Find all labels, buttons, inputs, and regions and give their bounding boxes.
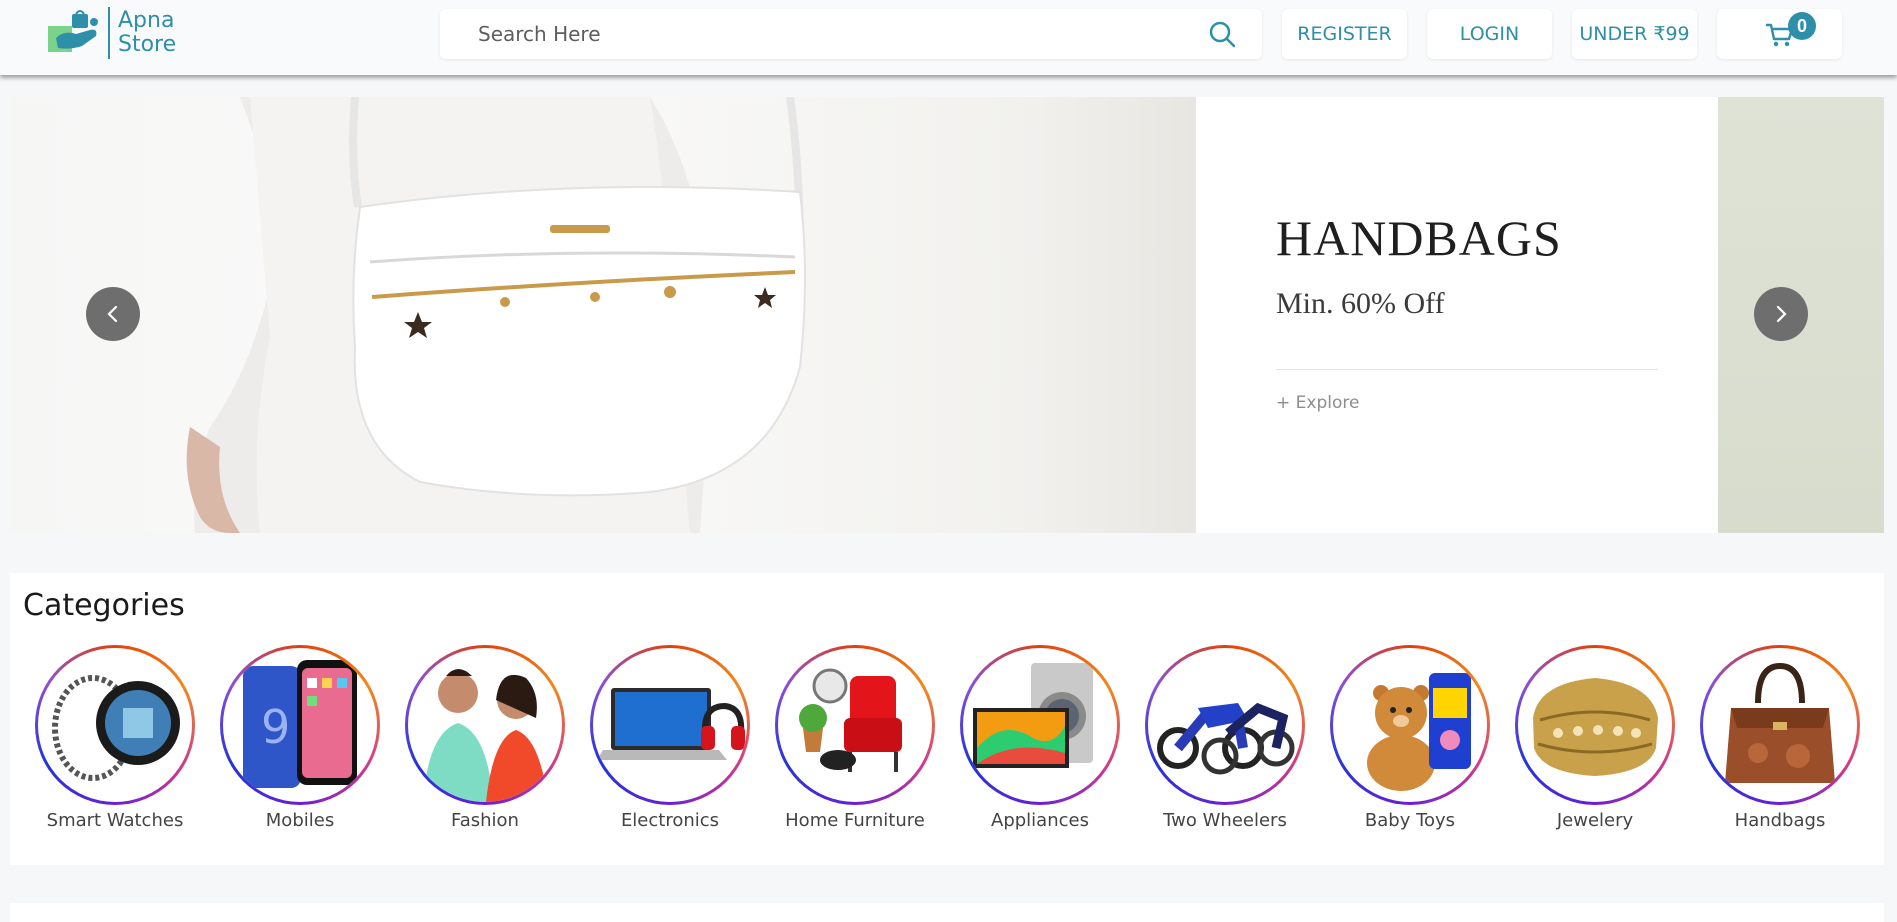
search-bar (440, 9, 1262, 59)
category-image (593, 648, 747, 802)
category-ring (1330, 645, 1490, 805)
categories-section: Categories Smart Watches 9 Mobiles Fashi… (10, 573, 1884, 865)
category-fashion[interactable]: Fashion (405, 645, 565, 831)
banner-divider (1276, 369, 1658, 370)
category-ring (405, 645, 565, 805)
category-label: Baby Toys (1364, 810, 1456, 831)
hero-banner[interactable]: HANDBAGS Min. 60% Off + Explore (10, 97, 1884, 533)
category-image (408, 648, 562, 802)
svg-text:9: 9 (261, 700, 290, 754)
category-ring: 9 (220, 645, 380, 805)
category-image (1333, 648, 1487, 802)
logo-line2: Store (118, 31, 177, 57)
category-smart-watches[interactable]: Smart Watches (35, 645, 195, 831)
category-label: Mobiles (265, 810, 335, 831)
category-image: 9 (223, 648, 377, 802)
chevron-right-icon (1776, 305, 1787, 323)
cart-button[interactable]: 0 (1717, 9, 1842, 59)
categories-title: Categories (23, 588, 185, 623)
under-99-button[interactable]: UNDER ₹99 (1572, 9, 1697, 59)
category-image (963, 648, 1117, 802)
category-ring (1145, 645, 1305, 805)
cart-count-badge: 0 (1788, 12, 1816, 40)
category-ring (35, 645, 195, 805)
category-image (778, 648, 932, 802)
category-mobiles[interactable]: 9 Mobiles (220, 645, 380, 831)
category-image (1518, 648, 1672, 802)
category-baby-toys[interactable]: Baby Toys (1330, 645, 1490, 831)
next-section (10, 903, 1884, 922)
category-jewelery[interactable]: Jewelery (1515, 645, 1675, 831)
banner-title: HANDBAGS (1276, 210, 1562, 266)
logo-icon (46, 8, 106, 58)
category-ring (590, 645, 750, 805)
banner-prev-button[interactable] (86, 287, 140, 341)
category-appliances[interactable]: Appliances (960, 645, 1120, 831)
categories-list: Smart Watches 9 Mobiles Fashion Electron… (35, 645, 1875, 845)
category-ring (1515, 645, 1675, 805)
category-ring (775, 645, 935, 805)
category-label: Electronics (620, 810, 720, 831)
category-label: Jewelery (1556, 810, 1634, 831)
banner-explore-link[interactable]: + Explore (1276, 393, 1359, 413)
category-label: Appliances (991, 810, 1089, 831)
category-two-wheelers[interactable]: Two Wheelers (1145, 645, 1305, 831)
category-image (38, 648, 192, 802)
category-electronics[interactable]: Electronics (590, 645, 750, 831)
category-image (1148, 648, 1302, 802)
banner-subtitle: Min. 60% Off (1276, 287, 1445, 320)
category-image (1703, 648, 1857, 802)
category-ring (1700, 645, 1860, 805)
search-icon[interactable] (1208, 20, 1236, 48)
logo-line1: Apna (118, 7, 175, 33)
category-label: Handbags (1734, 810, 1826, 831)
logo-text: Apna Store (118, 7, 177, 57)
banner-next-button[interactable] (1754, 287, 1808, 341)
category-home-furniture[interactable]: Home Furniture (775, 645, 935, 831)
chevron-left-icon (107, 305, 118, 323)
category-label: Two Wheelers (1163, 810, 1287, 831)
login-button[interactable]: LOGIN (1427, 9, 1552, 59)
store-logo[interactable]: Apna Store (46, 5, 196, 60)
top-header: Apna Store REGISTER LOGIN UNDER ₹99 0 (0, 0, 1897, 75)
search-input[interactable] (478, 22, 1178, 46)
category-label: Smart Watches (46, 810, 184, 831)
banner-handbag-image (10, 97, 1196, 533)
category-label: Fashion (451, 810, 519, 831)
logo-divider (108, 6, 110, 59)
register-button[interactable]: REGISTER (1282, 9, 1407, 59)
category-ring (960, 645, 1120, 805)
category-handbags[interactable]: Handbags (1700, 645, 1860, 831)
category-label: Home Furniture (785, 810, 925, 831)
